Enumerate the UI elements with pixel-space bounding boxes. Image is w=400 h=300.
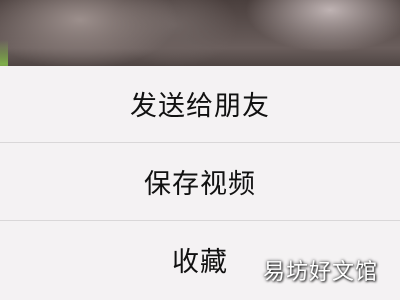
divider: [0, 220, 400, 221]
screen: 发送给朋友 保存视频 收藏 易坊好文馆: [0, 0, 400, 300]
divider: [0, 142, 400, 143]
favorite-label: 收藏: [172, 246, 228, 278]
save-video-label: 保存视频: [144, 168, 256, 200]
send-to-friend-button[interactable]: 发送给朋友: [0, 66, 400, 140]
send-to-friend-label: 发送给朋友: [130, 90, 270, 122]
watermark: 易坊好文馆: [262, 260, 378, 285]
save-video-button[interactable]: 保存视频: [0, 144, 400, 218]
